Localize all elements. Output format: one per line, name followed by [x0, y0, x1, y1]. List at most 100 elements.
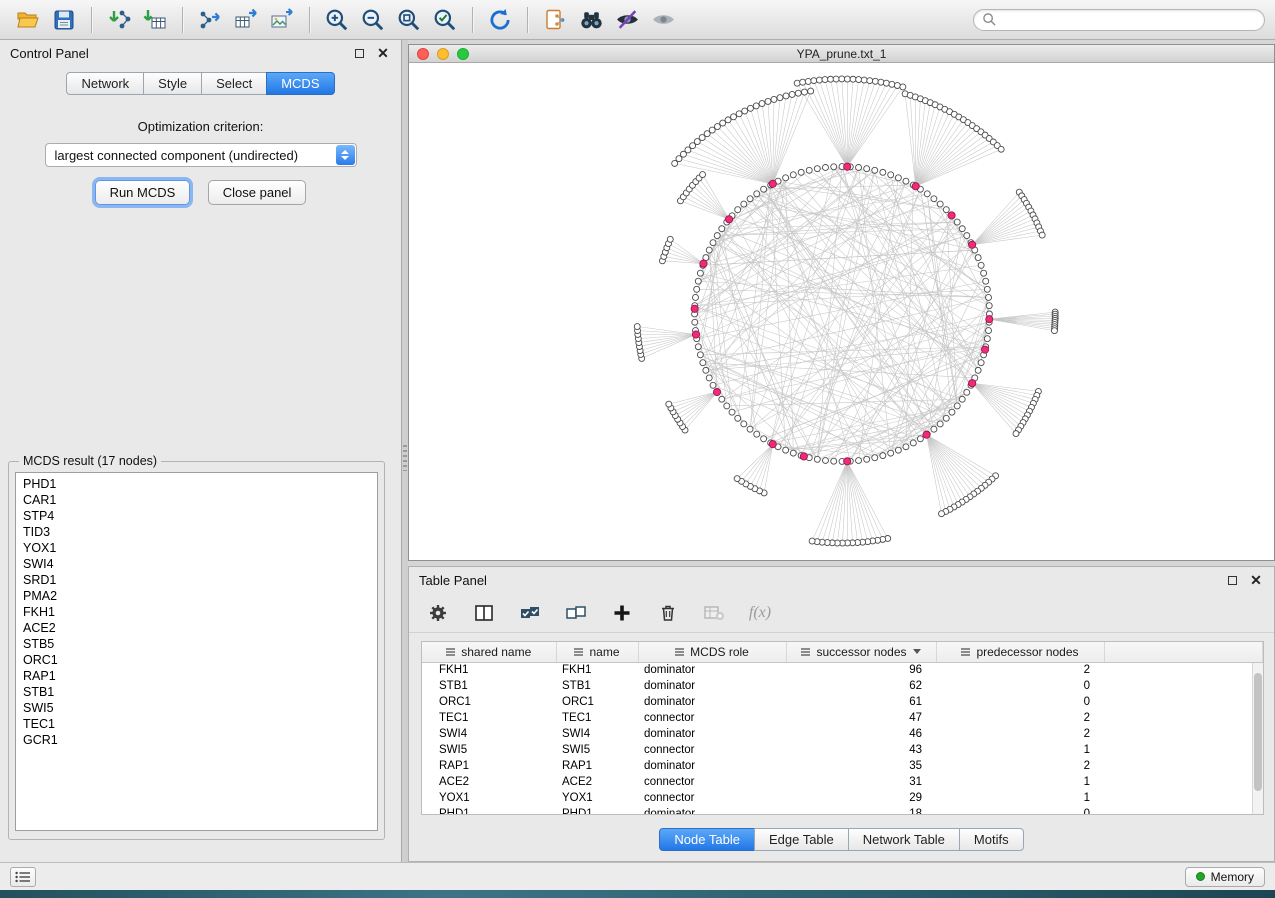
mcds-result-item[interactable]: SWI5 [23, 700, 377, 716]
network-node[interactable] [937, 421, 943, 427]
tab-network[interactable]: Network [66, 72, 144, 95]
network-node[interactable] [864, 456, 870, 462]
table-row[interactable]: ORC1ORC1dominator610 [422, 694, 1263, 710]
tab-mcds[interactable]: MCDS [266, 72, 334, 95]
network-node[interactable] [731, 114, 737, 120]
export-table-button[interactable] [228, 4, 264, 36]
show-all-button[interactable] [645, 4, 681, 36]
mcds-result-list[interactable]: PHD1CAR1STP4TID3YOX1SWI4SRD1PMA2FKH1ACE2… [15, 472, 378, 831]
network-node[interactable] [983, 278, 989, 284]
mcds-result-item[interactable]: TID3 [23, 524, 377, 540]
network-node[interactable] [811, 78, 817, 84]
network-node[interactable] [720, 120, 726, 126]
mcds-result-item[interactable]: FKH1 [23, 604, 377, 620]
network-node[interactable] [808, 88, 814, 94]
table-row[interactable]: FKH1FKH1dominator962 [422, 662, 1263, 678]
network-node[interactable] [900, 84, 906, 90]
run-mcds-button[interactable]: Run MCDS [95, 180, 191, 205]
network-node[interactable] [706, 247, 712, 253]
table-cell[interactable] [1104, 790, 1263, 806]
table-cell[interactable] [1104, 774, 1263, 790]
search-input[interactable] [997, 13, 1256, 27]
network-node[interactable] [954, 403, 960, 409]
table-settings-button[interactable] [425, 600, 451, 626]
tab-network-table[interactable]: Network Table [848, 828, 960, 851]
network-node[interactable] [894, 83, 900, 89]
table-cell[interactable]: STB1 [422, 678, 556, 694]
optimization-criterion-select[interactable]: largest connected component (undirected) [45, 143, 357, 167]
network-node[interactable] [777, 95, 783, 101]
network-node[interactable] [924, 191, 930, 197]
network-node[interactable] [856, 164, 862, 170]
table-cell[interactable]: 43 [786, 742, 936, 758]
network-node[interactable] [700, 360, 706, 366]
network-node-dominator[interactable] [769, 441, 776, 448]
network-node[interactable] [724, 403, 730, 409]
network-node[interactable] [700, 172, 706, 178]
table-cell[interactable]: connector [638, 710, 786, 726]
network-node-dominator[interactable] [986, 316, 993, 323]
minimize-window-button[interactable] [437, 48, 449, 60]
network-node[interactable] [978, 360, 984, 366]
table-cell[interactable] [1104, 678, 1263, 694]
table-cell[interactable]: SWI4 [422, 726, 556, 742]
save-button[interactable] [46, 4, 82, 36]
network-node[interactable] [765, 98, 771, 104]
network-node[interactable] [761, 186, 767, 192]
import-network-button[interactable] [101, 4, 137, 36]
network-node[interactable] [794, 80, 800, 86]
network-node-dominator[interactable] [969, 380, 976, 387]
network-node[interactable] [706, 375, 712, 381]
network-node[interactable] [801, 89, 807, 95]
table-cell[interactable]: 18 [786, 806, 936, 815]
network-node-dominator[interactable] [912, 183, 919, 190]
open-file-button[interactable] [10, 4, 46, 36]
mcds-result-item[interactable]: STP4 [23, 508, 377, 524]
column-header-name[interactable]: name [556, 642, 638, 662]
network-node[interactable] [666, 401, 672, 407]
network-node[interactable] [1013, 431, 1019, 437]
zoom-fit-button[interactable] [391, 4, 427, 36]
table-cell[interactable]: connector [638, 790, 786, 806]
table-cell[interactable]: 2 [936, 758, 1104, 774]
deselect-all-button[interactable] [563, 600, 589, 626]
float-panel-button[interactable] [351, 45, 367, 61]
add-column-button[interactable] [609, 600, 635, 626]
zoom-out-button[interactable] [355, 4, 391, 36]
network-window-titlebar[interactable]: YPA_prune.txt_1 [409, 45, 1274, 63]
network-node[interactable] [747, 196, 753, 202]
float-table-panel-button[interactable] [1224, 572, 1240, 588]
network-node[interactable] [850, 76, 856, 82]
mcds-result-item[interactable]: CAR1 [23, 492, 377, 508]
function-builder-button-disabled[interactable]: f(x) [747, 600, 773, 626]
network-node[interactable] [719, 226, 725, 232]
network-node[interactable] [828, 76, 834, 82]
table-cell[interactable]: dominator [638, 726, 786, 742]
network-node[interactable] [883, 80, 889, 86]
table-cell[interactable]: PHD1 [422, 806, 556, 815]
network-node[interactable] [742, 108, 748, 114]
network-node[interactable] [783, 93, 789, 99]
network-node[interactable] [734, 476, 740, 482]
table-cell[interactable]: 2 [936, 710, 1104, 726]
network-node[interactable] [959, 226, 965, 232]
network-node[interactable] [839, 76, 845, 82]
network-node-dominator[interactable] [692, 331, 699, 338]
status-menu-button[interactable] [10, 867, 36, 887]
table-cell[interactable]: 0 [936, 678, 1104, 694]
table-cell[interactable]: 1 [936, 742, 1104, 758]
zoom-selected-button[interactable] [427, 4, 463, 36]
table-cell[interactable]: 46 [786, 726, 936, 742]
table-cell[interactable]: ACE2 [556, 774, 638, 790]
network-node[interactable] [975, 255, 981, 261]
network-node[interactable] [736, 111, 742, 117]
network-node[interactable] [697, 270, 703, 276]
network-node-dominator[interactable] [948, 212, 955, 219]
network-node[interactable] [667, 236, 673, 242]
mcds-result-item[interactable]: SRD1 [23, 572, 377, 588]
table-cell[interactable]: 0 [936, 806, 1104, 815]
tab-node-table[interactable]: Node Table [659, 828, 755, 851]
network-node[interactable] [880, 169, 886, 175]
table-cell[interactable]: YOX1 [556, 790, 638, 806]
search-network-button[interactable] [573, 4, 609, 36]
